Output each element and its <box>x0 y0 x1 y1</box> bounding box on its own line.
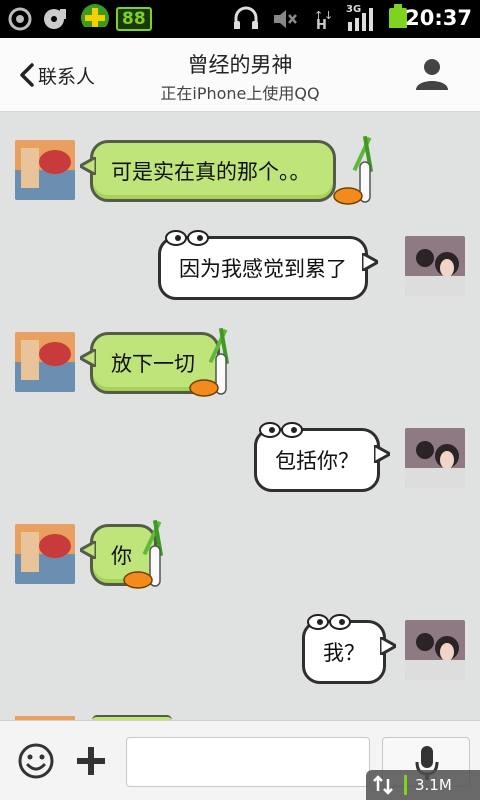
my-avatar[interactable] <box>405 620 465 680</box>
headset-icon <box>234 6 258 29</box>
status-bar: 88 ↑ H ↓ 3G 20:37 <box>0 0 480 38</box>
rabbit-eyes-icon <box>259 422 303 438</box>
network-speed-overlay: 3.1M <box>366 770 480 800</box>
mute-icon <box>274 10 297 28</box>
chat-header: 联系人 曾经的男神 正在iPhone上使用QQ <box>0 38 480 112</box>
rabbit-eyes-icon <box>165 230 209 246</box>
smiley-icon[interactable] <box>16 741 56 781</box>
disc-icon <box>44 9 66 29</box>
contact-name: 曾经的男神 <box>187 53 293 77</box>
app-badge-icon: 88 <box>116 7 152 31</box>
message-text: 因为我感觉到累了 <box>179 257 347 281</box>
user-profile-icon[interactable] <box>414 56 450 92</box>
sync-arrows-icon <box>373 775 393 795</box>
my-avatar[interactable] <box>405 236 465 296</box>
contact-avatar[interactable] <box>15 140 75 200</box>
message-text: 放下一切 <box>111 352 195 376</box>
contact-status: 正在iPhone上使用QQ <box>160 84 320 103</box>
signal-icon: 3G <box>346 4 376 32</box>
message-input[interactable] <box>126 737 370 787</box>
message-text: 包括你？ <box>275 449 359 473</box>
message-list[interactable]: 可是实在真的那个。。 因为我感觉到累了 放下一切 包括你？ 你 我？ <box>0 112 480 720</box>
message-text: 我？ <box>323 641 365 665</box>
my-avatar[interactable] <box>405 428 465 488</box>
speed-bar-icon <box>404 775 407 795</box>
security-app-icon <box>81 4 109 27</box>
message-bubble-received[interactable]: 可是实在真的那个。。 <box>80 140 336 202</box>
message-text: 可是实在真的那个。。 <box>111 160 311 184</box>
svg-text:↓: ↓ <box>324 9 333 22</box>
plus-icon[interactable] <box>72 741 110 781</box>
app-badge-text: 88 <box>122 9 146 29</box>
contact-avatar[interactable] <box>15 524 75 584</box>
record-icon <box>8 7 32 31</box>
carrot-leek-icon <box>123 519 164 589</box>
carrot-leek-icon <box>189 327 230 397</box>
network-speed: 3.1M <box>415 776 452 794</box>
rabbit-eyes-icon <box>307 614 351 630</box>
contact-avatar[interactable] <box>15 332 75 392</box>
data-transfer-icon: ↑ H ↓ <box>314 9 333 31</box>
clock: 20:37 <box>405 6 472 30</box>
carrot-leek-icon <box>333 135 374 205</box>
